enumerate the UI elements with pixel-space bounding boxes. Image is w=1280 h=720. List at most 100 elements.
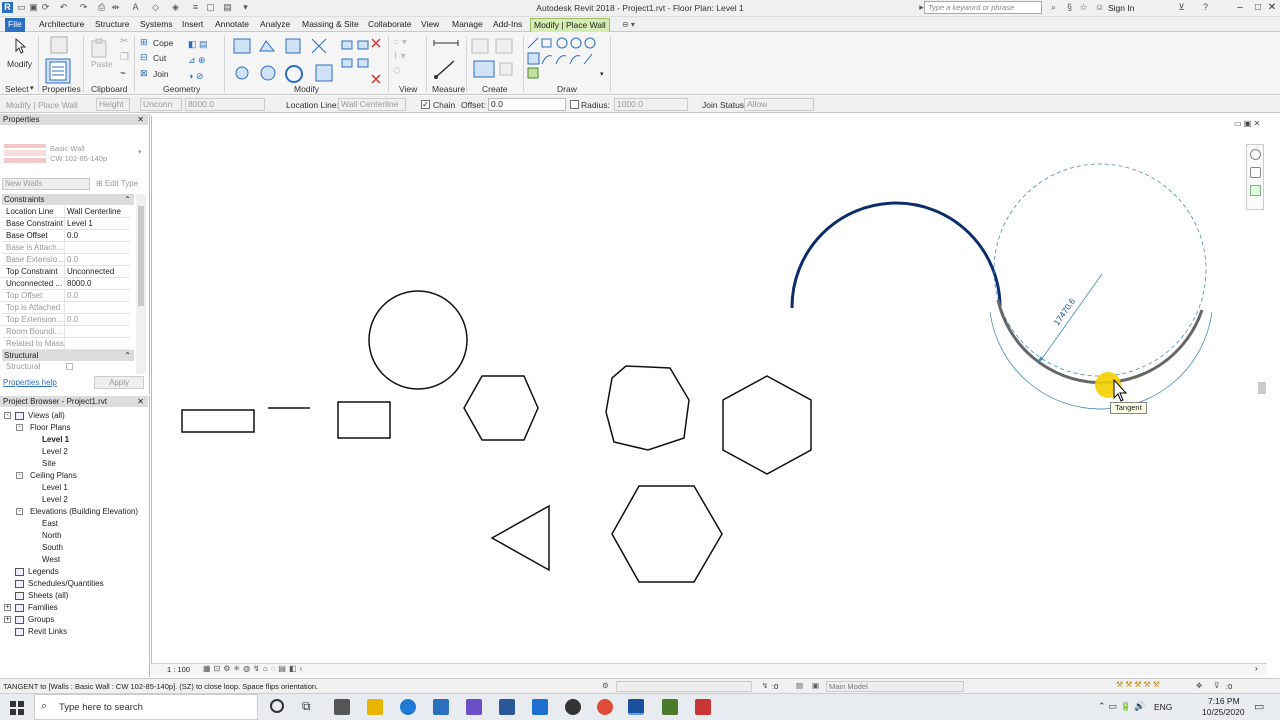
tree-item[interactable]: South xyxy=(42,542,63,554)
location-line-dropdown[interactable]: Wall Centerline xyxy=(338,98,406,111)
tab-structure[interactable]: Structure xyxy=(92,18,133,32)
radius-input[interactable]: 1000.0 xyxy=(614,98,688,111)
tree-item[interactable]: North xyxy=(42,530,62,542)
tree-item[interactable]: Site xyxy=(42,458,56,470)
windows-start-icon[interactable] xyxy=(10,701,24,715)
property-value[interactable] xyxy=(64,242,130,254)
wall-hexagon-3[interactable] xyxy=(611,485,723,583)
tab-insert[interactable]: Insert xyxy=(179,18,206,32)
design-options-dropdown[interactable] xyxy=(616,681,752,692)
view-controls-icons[interactable]: ▦⊡⚙✳◍↯⌂◌▤◧‹ xyxy=(203,664,305,673)
structural-section[interactable]: Structural ⌃ xyxy=(2,350,134,361)
collapse-icon[interactable]: ⌃ xyxy=(124,194,131,205)
tree-expand-toggle[interactable]: - xyxy=(16,508,23,515)
measure-icon[interactable] xyxy=(432,37,462,81)
offset-input[interactable]: 0.0 xyxy=(488,98,566,111)
search-input[interactable]: Type a keyword or phrase xyxy=(924,1,1042,14)
favorites-icon[interactable]: ☆ xyxy=(1078,2,1089,13)
drag-elements-icon[interactable]: ✥ xyxy=(1196,681,1202,690)
tab-architecture[interactable]: Architecture xyxy=(36,18,87,32)
tree-item[interactable]: Groups xyxy=(28,614,54,626)
modify-cursor-icon[interactable] xyxy=(12,38,28,54)
property-row[interactable]: Base Constraint Level 1 xyxy=(2,218,130,230)
steering-wheel-icon[interactable] xyxy=(1250,149,1261,160)
property-value[interactable]: Wall Centerline xyxy=(64,206,130,218)
edge-icon[interactable] xyxy=(400,699,416,715)
apply-button[interactable]: Apply xyxy=(94,376,144,389)
cope-icon[interactable]: ⊞ xyxy=(140,37,148,48)
drawing-canvas[interactable]: 17470.6 Tangent ▭ ▣ ✕ xyxy=(151,116,1268,674)
tab-view[interactable]: View xyxy=(418,18,442,32)
workset-dropdown[interactable]: Main Model xyxy=(826,681,964,692)
join-icon[interactable]: ⊠ xyxy=(140,68,148,79)
tree-item[interactable]: West xyxy=(42,554,60,566)
property-row[interactable]: Top Extension... 0.0 xyxy=(2,314,130,326)
radius-checkbox[interactable] xyxy=(570,100,579,109)
clock-time[interactable]: 7:16 PM xyxy=(1208,696,1240,706)
property-value[interactable]: 0.0 xyxy=(64,230,130,242)
property-value[interactable]: 0.0 xyxy=(64,314,130,326)
property-row[interactable]: Top is Attached xyxy=(2,302,130,314)
file-explorer-icon[interactable] xyxy=(367,699,383,715)
notifications-icon[interactable]: ▭ xyxy=(1254,700,1264,713)
paste-icon[interactable] xyxy=(90,38,108,58)
scale-selector[interactable]: 1 : 100 xyxy=(167,665,190,674)
tree-item[interactable]: Level 2 xyxy=(42,494,68,506)
revit-app-icon[interactable] xyxy=(433,699,449,715)
tree-item[interactable]: Level 1 xyxy=(42,434,69,446)
wall-hexagon-1[interactable] xyxy=(463,375,539,441)
property-row[interactable]: Base is Attach... xyxy=(2,242,130,254)
subscription-icon[interactable]: § xyxy=(1064,2,1075,13)
floor-plan-drawing[interactable]: 17470.6 xyxy=(152,116,1268,663)
tab-file[interactable]: File xyxy=(5,18,25,32)
tree-item[interactable]: Families xyxy=(28,602,58,614)
tree-expand-toggle[interactable]: - xyxy=(4,412,11,419)
match-properties-icon[interactable]: ⌁ xyxy=(120,68,126,79)
property-value[interactable]: 0.0 xyxy=(64,290,130,302)
cut-icon[interactable]: ✂ xyxy=(120,36,128,47)
constraints-section[interactable]: Constraints ⌃ xyxy=(2,194,134,205)
type-name-line1[interactable]: Basic Wall xyxy=(50,144,85,153)
navigation-bar[interactable] xyxy=(1246,144,1264,210)
wall-circle[interactable] xyxy=(368,290,468,390)
type-properties-icon[interactable] xyxy=(50,36,68,54)
height-dropdown[interactable]: Height xyxy=(96,98,130,111)
chrome-icon[interactable] xyxy=(597,699,613,715)
zoom-extents-icon[interactable] xyxy=(1250,185,1261,196)
property-value[interactable]: 0.0 xyxy=(64,254,130,266)
tab-collaborate[interactable]: Collaborate xyxy=(365,18,414,32)
wall-octagon[interactable] xyxy=(605,365,690,451)
instance-filter-dropdown[interactable]: New Walls xyxy=(2,178,90,190)
property-value[interactable]: Unconnected xyxy=(64,266,130,278)
tab-massing-site[interactable]: Massing & Site xyxy=(299,18,362,32)
tree-expand-toggle[interactable]: - xyxy=(16,424,23,431)
type-selector-dropdown-icon[interactable]: ▾ xyxy=(138,148,142,156)
tree-expand-toggle[interactable]: + xyxy=(4,616,11,623)
chain-checkbox[interactable]: ✓ xyxy=(421,100,430,109)
close-icon[interactable]: ✕ xyxy=(137,396,144,407)
tree-item[interactable]: Level 2 xyxy=(42,446,68,458)
help-icon[interactable]: ? xyxy=(1200,2,1211,13)
view-tools-icon[interactable]: ○ ▾ ⌇ ▾ ◇ xyxy=(393,36,407,78)
property-row[interactable]: Related to Mass xyxy=(2,338,130,350)
tab-annotate[interactable]: Annotate xyxy=(212,18,252,32)
cortana-icon[interactable] xyxy=(270,699,284,713)
binoculars-icon[interactable]: ⌕ xyxy=(1048,2,1059,13)
vertical-scroll-thumb[interactable] xyxy=(1258,382,1266,394)
type-name-line2[interactable]: CW 102-85-140p xyxy=(50,154,107,163)
taskbar-search-box[interactable]: ⌕ Type here to search xyxy=(34,694,258,720)
tree-item[interactable]: Floor Plans xyxy=(30,422,70,434)
mail-icon[interactable] xyxy=(532,699,548,715)
structural-checkbox[interactable] xyxy=(66,363,73,370)
modify-tools-icons[interactable] xyxy=(232,37,382,83)
select-dropdown-icon[interactable]: ▾ xyxy=(30,84,34,92)
property-value[interactable]: Level 1 xyxy=(64,218,130,230)
join-status-dropdown[interactable]: Allow xyxy=(744,98,814,111)
property-row[interactable]: Room Boundi... xyxy=(2,326,130,338)
property-row[interactable]: Unconnected ... 8000.0 xyxy=(2,278,130,290)
app-icon[interactable] xyxy=(466,699,482,715)
draw-tools-icons[interactable] xyxy=(526,36,610,80)
system-tray-icons[interactable]: ⌃▭🔋🔊 xyxy=(1098,701,1148,712)
tab-systems[interactable]: Systems xyxy=(137,18,176,32)
properties-icon[interactable] xyxy=(45,58,71,84)
